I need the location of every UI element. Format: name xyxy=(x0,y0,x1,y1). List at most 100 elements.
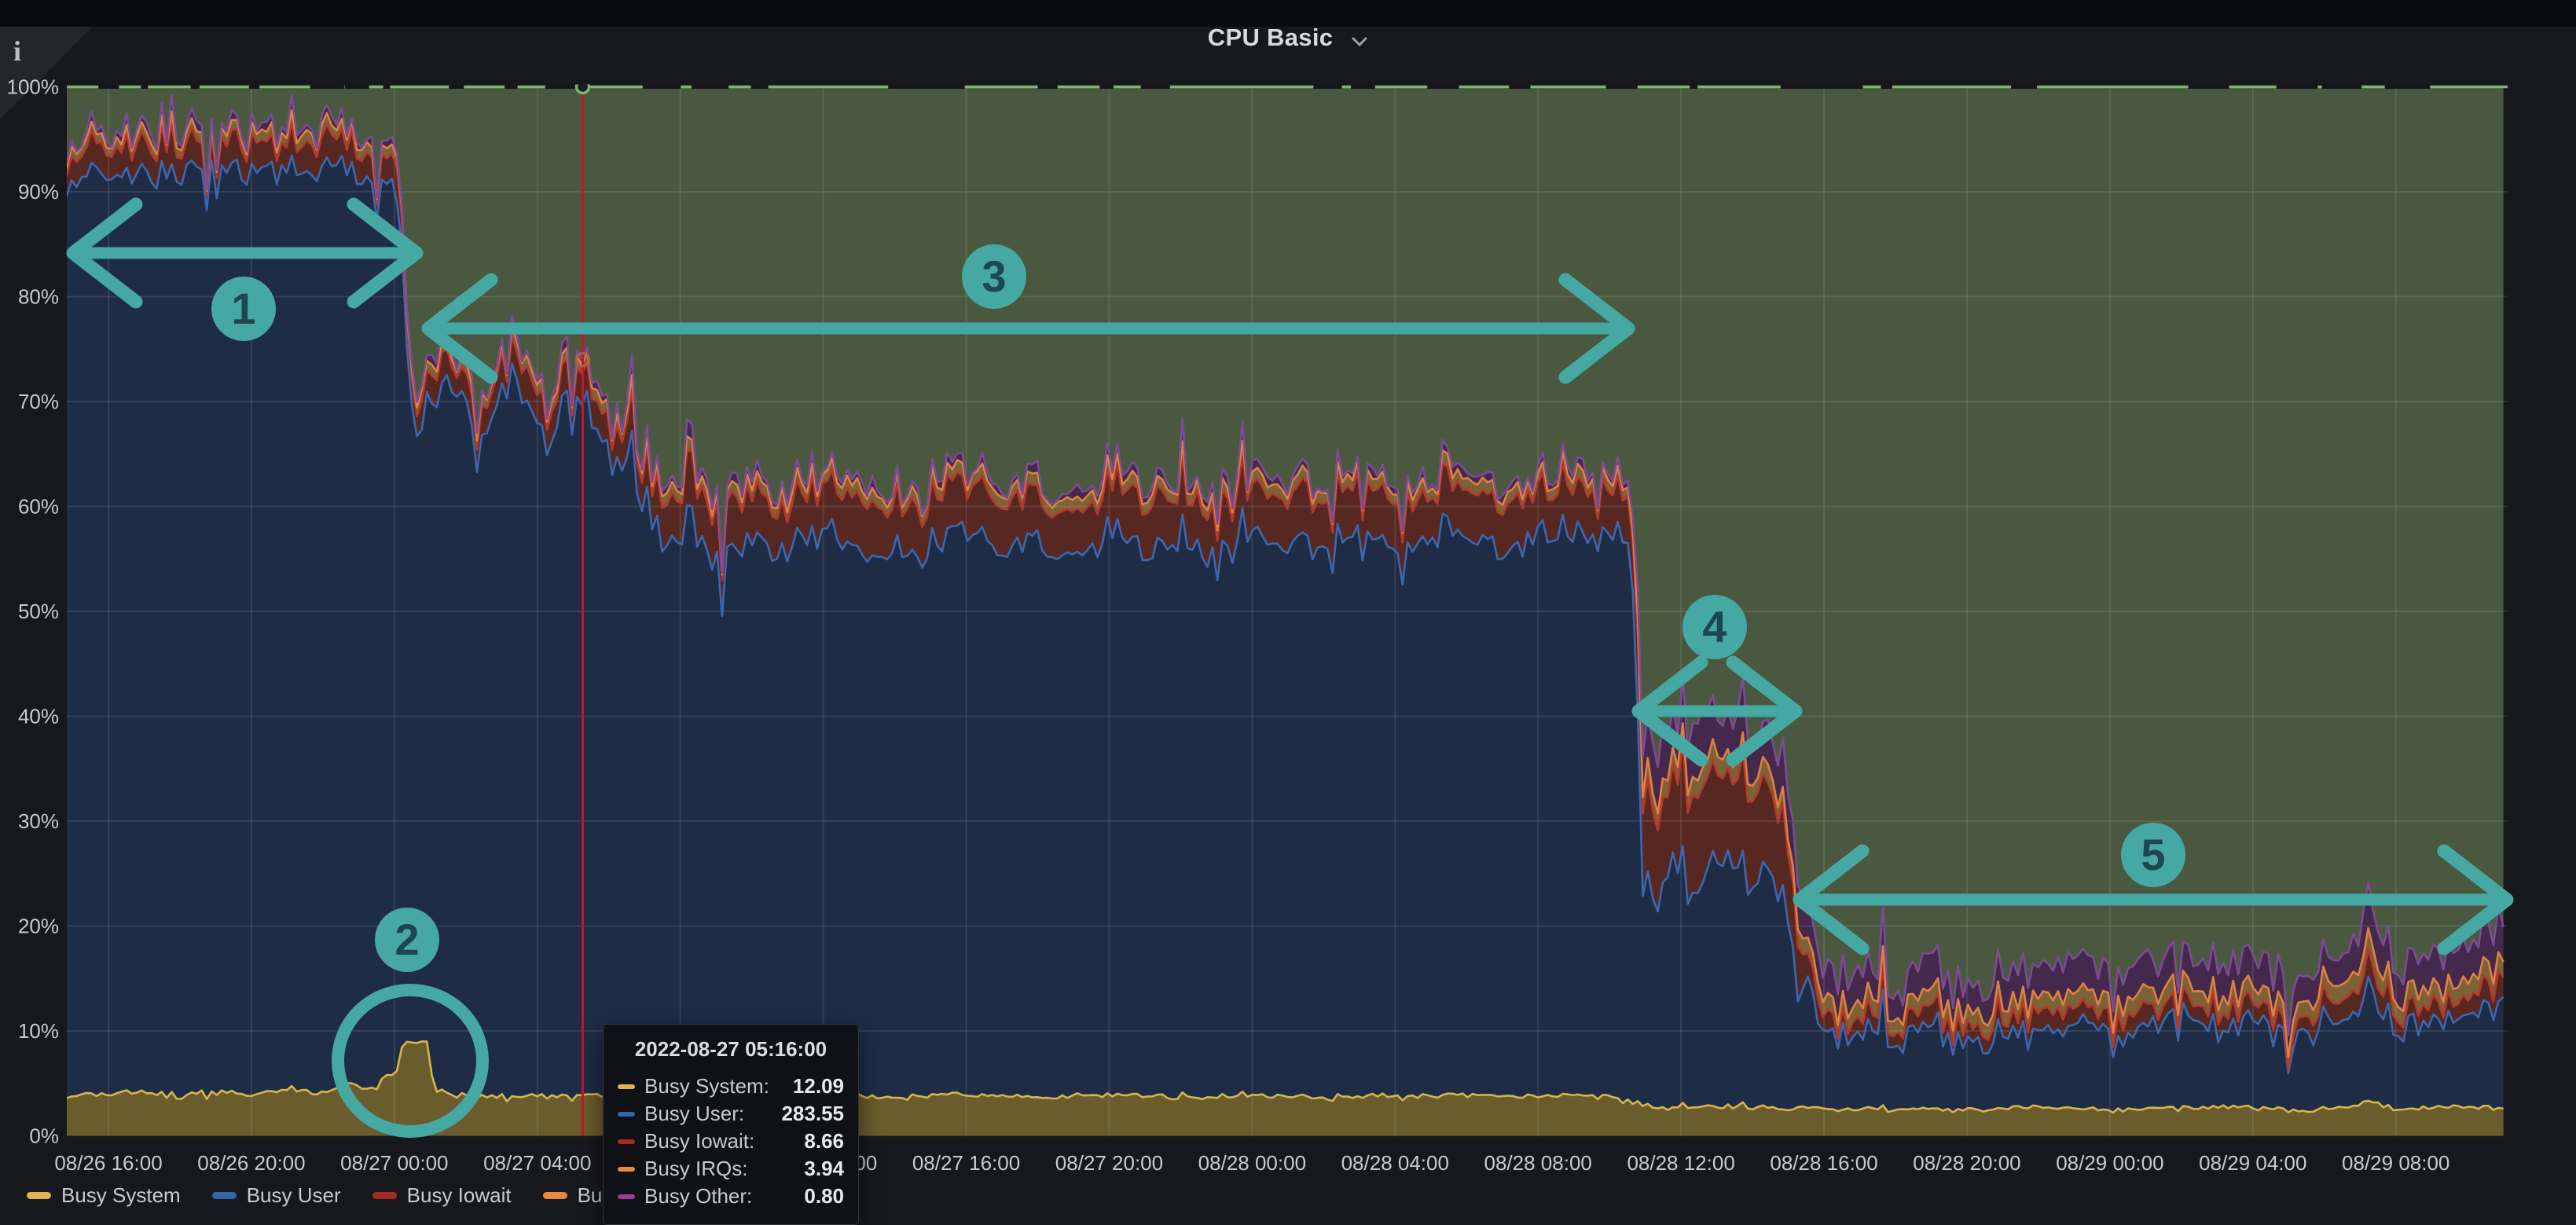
svg-text:5: 5 xyxy=(2141,830,2165,879)
tooltip-series-value: 12.09 xyxy=(793,1074,844,1098)
annotation-badge-3: 3 xyxy=(962,244,1026,309)
plot-area xyxy=(67,81,2508,1136)
x-axis-label: 08/26 20:00 xyxy=(197,1151,305,1175)
x-axis-label: 08/29 04:00 xyxy=(2199,1151,2306,1175)
legend-item-busy-iowait[interactable]: Busy Iowait xyxy=(372,1183,512,1208)
x-axis-label: 08/28 08:00 xyxy=(1484,1151,1592,1175)
y-axis-label: 60% xyxy=(18,495,59,519)
x-axis-label: 08/27 16:00 xyxy=(912,1151,1020,1175)
legend-label: Busy Iowait xyxy=(407,1183,512,1208)
y-axis-label: 90% xyxy=(18,180,59,204)
idle-line-notch xyxy=(98,85,119,89)
idle-line-notch xyxy=(643,85,681,89)
tooltip-series-swatch xyxy=(618,1139,635,1144)
y-axis-label: 40% xyxy=(18,705,59,728)
x-axis-label: 08/27 20:00 xyxy=(1055,1151,1163,1175)
legend-swatch xyxy=(543,1192,567,1199)
tooltip-row-busy-other: Busy Other: 0.80 xyxy=(618,1183,844,1210)
x-axis-label: 08/29 00:00 xyxy=(2056,1151,2163,1175)
idle-line-notch xyxy=(1099,85,1114,89)
idle-line-notch xyxy=(904,85,922,89)
idle-line-notch xyxy=(191,85,200,89)
idle-line-notch xyxy=(753,85,760,89)
idle-line-notch xyxy=(1141,85,1170,89)
idle-line-notch xyxy=(505,85,517,89)
idle-line-notch xyxy=(692,85,728,89)
idle-line-notch xyxy=(2322,85,2362,89)
idle-line-notch xyxy=(383,85,391,89)
grafana-panel: CPU Basic i 0%10%20%30%40%50%60%70%80%90… xyxy=(0,0,2576,1212)
x-axis-label: 08/26 16:00 xyxy=(54,1151,162,1175)
tooltip-row-busy-system: Busy System: 12.09 xyxy=(618,1073,844,1100)
idle-line-notch xyxy=(1606,85,1638,89)
tooltip-series-label: Busy User: xyxy=(644,1102,772,1126)
idle-line-notch xyxy=(2189,85,2229,89)
idle-line-notch xyxy=(1038,85,1058,89)
svg-text:1: 1 xyxy=(231,284,255,333)
idle-line-notch xyxy=(2277,85,2318,89)
idle-line-notch xyxy=(1351,85,1375,89)
x-axis-label: 08/28 16:00 xyxy=(1770,1151,1877,1175)
tooltip-series-value: 283.55 xyxy=(781,1102,844,1126)
x-axis-label: 08/28 12:00 xyxy=(1627,1151,1734,1175)
legend-label: Busy System xyxy=(61,1183,181,1208)
tooltip-series-value: 8.66 xyxy=(804,1129,844,1153)
legend-item-busy-user[interactable]: Busy User xyxy=(212,1183,341,1208)
annotation-badge-1: 1 xyxy=(211,277,276,341)
x-axis-label: 08/27 00:00 xyxy=(340,1151,448,1175)
cpu-usage-chart[interactable]: 0% 10% 20% 30% 40% 50% 60% 70% 80% 90% 100% 08/26 1… xyxy=(0,0,2576,1212)
hover-point-idle xyxy=(577,81,589,94)
idle-line-notch xyxy=(2416,85,2430,89)
idle-line-notch xyxy=(2011,85,2037,89)
tooltip-row-busy-iowait: Busy Iowait: 8.66 xyxy=(618,1128,844,1155)
chart-legend: Busy SystemBusy UserBusy IowaitBusy IRQs xyxy=(27,1183,675,1208)
svg-text:2: 2 xyxy=(394,915,419,964)
idle-line-notch xyxy=(1690,85,1697,89)
y-axis-label: 30% xyxy=(18,809,59,833)
y-axis-label: 80% xyxy=(18,285,59,309)
x-axis-label: 08/29 08:00 xyxy=(2342,1151,2449,1175)
idle-line-notch xyxy=(449,85,464,89)
legend-item-busy-system[interactable]: Busy System xyxy=(27,1183,181,1208)
y-axis-label: 100% xyxy=(7,75,60,99)
tooltip-series-swatch xyxy=(618,1167,635,1172)
idle-line-notch xyxy=(1794,85,1804,89)
y-axis-label: 50% xyxy=(18,600,59,623)
tooltip-series-label: Busy System: xyxy=(644,1074,783,1098)
x-axis-label: 08/28 20:00 xyxy=(1913,1151,2020,1175)
idle-line-notch xyxy=(1437,85,1449,89)
x-axis-label: 08/28 00:00 xyxy=(1198,1151,1306,1175)
tooltip-series-label: Busy IRQs: xyxy=(644,1157,794,1181)
y-axis-label: 70% xyxy=(18,390,59,413)
x-axis-label: 08/27 04:00 xyxy=(483,1151,591,1175)
annotation-badge-2: 2 xyxy=(375,908,439,972)
tooltip-series-label: Busy Other: xyxy=(644,1184,794,1208)
legend-label: Busy User xyxy=(247,1183,341,1208)
tooltip-series-swatch xyxy=(618,1194,635,1199)
legend-swatch xyxy=(27,1192,51,1199)
idle-line-notch xyxy=(310,85,332,89)
idle-line-notch xyxy=(249,85,259,89)
idle-line-notch xyxy=(1881,85,1892,89)
idle-line-notch xyxy=(2385,85,2397,89)
idle-line-notch xyxy=(1509,85,1528,89)
tooltip-timestamp: 2022-08-27 05:16:00 xyxy=(618,1037,844,1062)
svg-text:3: 3 xyxy=(982,251,1006,301)
tooltip-series-swatch xyxy=(618,1084,635,1089)
x-axis-label: 08/28 04:00 xyxy=(1341,1151,1449,1175)
idle-line-notch xyxy=(888,85,906,89)
idle-line-notch xyxy=(345,85,369,89)
y-axis-label: 0% xyxy=(29,1124,59,1148)
tooltip-series-swatch xyxy=(618,1112,635,1117)
tooltip-row-busy-irqs: Busy IRQs: 3.94 xyxy=(618,1155,844,1183)
tooltip-series-value: 0.80 xyxy=(804,1184,844,1208)
idle-line-notch xyxy=(1313,85,1323,89)
tooltip-series-label: Busy Iowait: xyxy=(644,1129,794,1153)
legend-swatch xyxy=(372,1192,397,1199)
hover-tooltip: 2022-08-27 05:16:00 Busy System:12.09Bus… xyxy=(603,1024,859,1225)
idle-line-notch xyxy=(141,85,148,89)
y-axis-label: 10% xyxy=(18,1019,59,1043)
y-axis-label: 20% xyxy=(18,915,59,938)
tooltip-series-value: 3.94 xyxy=(804,1157,844,1181)
annotation-badge-5: 5 xyxy=(2121,823,2185,887)
